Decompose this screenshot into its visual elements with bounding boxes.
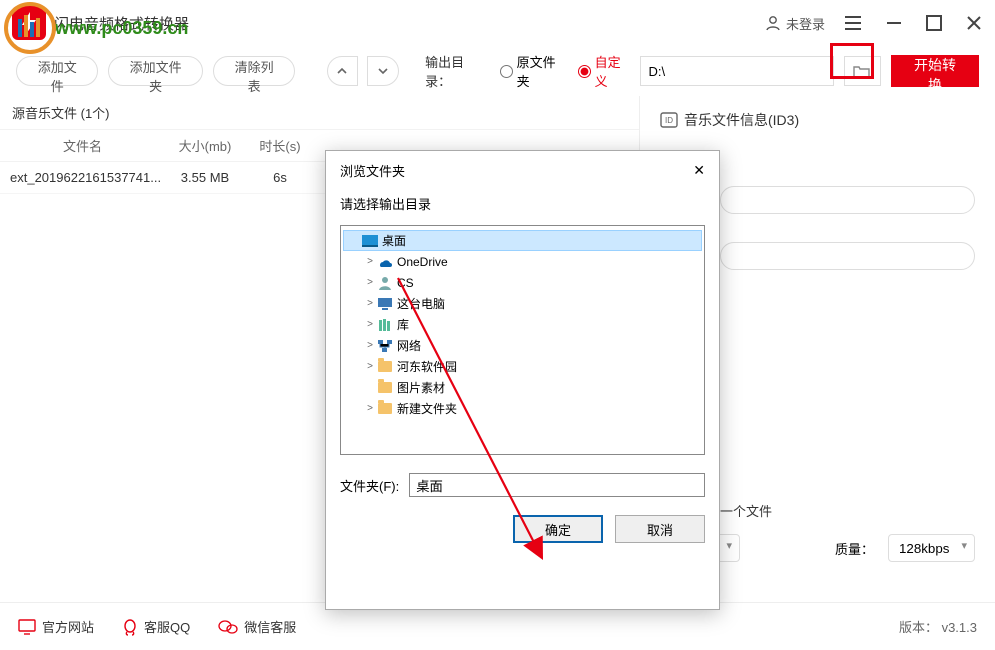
col-size: 大小(mb) (165, 136, 245, 155)
col-filename: 文件名 (0, 136, 165, 155)
start-convert-button[interactable]: 开始转换 (891, 55, 979, 87)
folder-open-icon (853, 64, 871, 78)
col-duration: 时长(s) (245, 136, 315, 155)
close-icon[interactable] (965, 14, 983, 32)
id-icon: ID (660, 112, 678, 128)
dialog-subtitle: 请选择输出目录 (326, 186, 719, 225)
tree-item[interactable]: >网络 (343, 335, 702, 356)
move-down-button[interactable] (367, 56, 399, 86)
app-title: 闪电音频格式转换器 (54, 13, 764, 34)
wechat-support-link[interactable]: 微信客服 (218, 617, 296, 636)
quality-label: 质量： (835, 539, 874, 558)
login-label: 未登录 (786, 14, 825, 33)
app-logo (12, 6, 46, 40)
menu-icon[interactable] (843, 14, 863, 32)
dialog-title: 浏览文件夹 (340, 161, 405, 180)
folder-field-label: 文件夹(F): (340, 476, 399, 495)
maximize-icon[interactable] (925, 14, 943, 32)
version-label: 版本： v3.1.3 (899, 617, 977, 636)
genre-input[interactable] (720, 242, 975, 270)
tree-item[interactable]: >新建文件夹 (343, 398, 702, 419)
minimize-icon[interactable] (885, 14, 903, 32)
custom-folder-radio[interactable]: 自定义 (574, 52, 630, 90)
id3-header: ID 音乐文件信息(ID3) (660, 110, 975, 130)
clear-list-button[interactable]: 清除列表 (213, 56, 295, 86)
svg-text:ID: ID (665, 116, 673, 125)
move-up-button[interactable] (327, 56, 359, 86)
tree-item[interactable]: >OneDrive (343, 251, 702, 272)
tree-item[interactable]: >这台电脑 (343, 293, 702, 314)
browse-button[interactable] (844, 56, 881, 86)
cancel-button[interactable]: 取消 (615, 515, 705, 543)
official-site-link[interactable]: 官方网站 (18, 617, 94, 636)
login-button[interactable]: 未登录 (764, 14, 825, 33)
folder-field-input[interactable] (409, 473, 705, 497)
cell-size: 3.55 MB (165, 170, 245, 185)
user-icon (764, 14, 782, 32)
add-folder-button[interactable]: 添加文件夹 (108, 56, 203, 86)
ok-button[interactable]: 确定 (513, 515, 603, 543)
wechat-icon (218, 619, 238, 635)
album-input[interactable] (720, 186, 975, 214)
tree-item[interactable]: >CS (343, 272, 702, 293)
source-files-header: 源音乐文件 (1个) (0, 96, 639, 130)
tree-item[interactable]: 桌面 (343, 230, 702, 251)
monitor-icon (18, 619, 36, 635)
tree-item[interactable]: >库 (343, 314, 702, 335)
qq-icon (122, 618, 138, 636)
dialog-close-icon[interactable]: ✕ (693, 162, 705, 179)
path-input[interactable] (640, 56, 834, 86)
source-folder-radio[interactable]: 原文件夹 (496, 52, 564, 90)
add-file-button[interactable]: 添加文件 (16, 56, 98, 86)
cell-duration: 6s (245, 170, 315, 185)
tree-item[interactable]: >河东软件园 (343, 356, 702, 377)
qq-support-link[interactable]: 客服QQ (122, 617, 190, 636)
cell-filename: ext_2019622161537741... (0, 170, 165, 185)
browse-folder-dialog: 浏览文件夹 ✕ 请选择输出目录 桌面>OneDrive>CS>这台电脑>库>网络… (325, 150, 720, 610)
quality-select[interactable]: 128kbps (888, 534, 975, 562)
outdir-label: 输出目录： (425, 52, 486, 90)
tree-item[interactable]: 图片素材 (343, 377, 702, 398)
folder-tree[interactable]: 桌面>OneDrive>CS>这台电脑>库>网络>河东软件园图片素材>新建文件夹 (340, 225, 705, 455)
